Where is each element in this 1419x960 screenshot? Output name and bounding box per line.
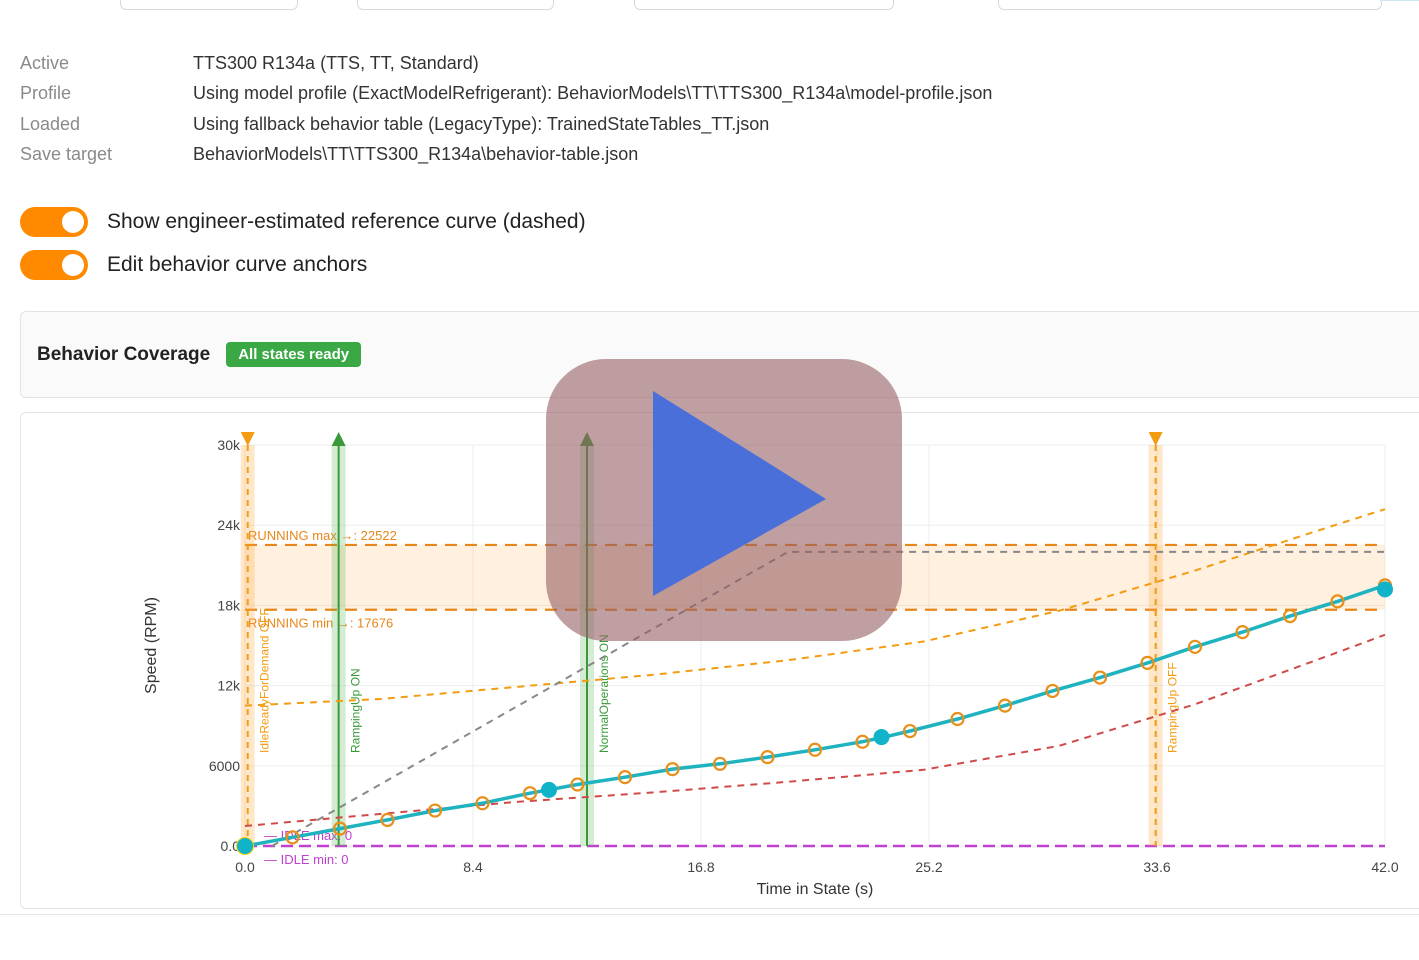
x-tick-label: 25.2 — [915, 859, 942, 875]
y-axis-label: Speed (RPM) — [143, 597, 160, 694]
marker-arrow-up — [331, 432, 346, 446]
x-axis-label: Time in State (s) — [757, 881, 874, 898]
marker-label: RampingUp OFF — [1166, 662, 1180, 753]
idle-min-label: — IDLE min: 0 — [264, 852, 349, 867]
play-icon — [653, 391, 826, 596]
marker-label: RampingUp ON — [349, 668, 363, 753]
curve-anchor[interactable] — [541, 781, 557, 798]
x-tick-label: 16.8 — [687, 859, 714, 875]
curve-anchor[interactable] — [237, 838, 253, 854]
video-play-button[interactable] — [546, 359, 902, 641]
reference-curve-reference-lower — [244, 633, 1386, 827]
marker-label: NormalOperations ON — [597, 634, 611, 753]
marker-arrow-down — [1148, 432, 1163, 446]
curve-anchor[interactable] — [873, 729, 890, 746]
y-tick-label: 6000 — [209, 758, 240, 774]
running-max-label: RUNNING max →: 22522 — [248, 528, 397, 543]
curve-anchor[interactable] — [1377, 581, 1393, 598]
x-tick-label: 33.6 — [1143, 859, 1170, 875]
y-tick-label: 24k — [217, 517, 241, 533]
y-tick-label: 30k — [217, 437, 241, 453]
x-tick-label: 8.4 — [463, 859, 483, 875]
marker-arrow-down — [240, 432, 255, 446]
marker-label: IdleReadyForDemand OFF — [258, 608, 272, 753]
x-tick-label: 0.0 — [235, 859, 255, 875]
y-tick-label: 12k — [217, 678, 241, 694]
y-tick-label: 18k — [217, 597, 241, 613]
x-tick-label: 42.0 — [1371, 859, 1398, 875]
